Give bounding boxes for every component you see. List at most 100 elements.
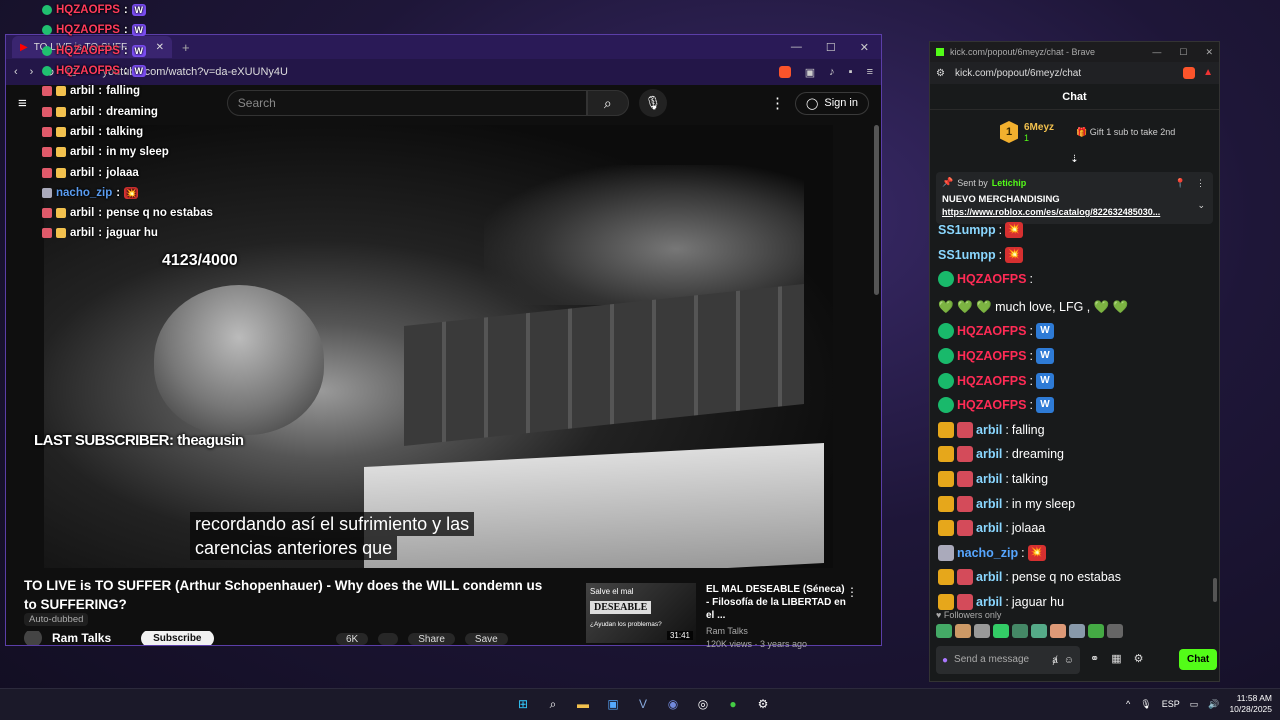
related-more-icon[interactable]: ⋮ [846, 585, 858, 599]
mod-badge-icon[interactable] [938, 372, 954, 389]
chat-message[interactable]: HQZAOFPS: W [938, 319, 1210, 344]
og-badge-icon[interactable] [957, 421, 973, 438]
music-icon[interactable]: ♪ [829, 66, 835, 79]
like-button[interactable]: 6K [336, 633, 369, 645]
chat-identity-icon[interactable]: ● [942, 655, 948, 666]
search-icon[interactable]: ⌕ [542, 693, 564, 715]
mod-badge-icon[interactable] [938, 397, 954, 414]
crown-badge-icon[interactable] [938, 446, 954, 463]
chat-message[interactable]: SS1umpp: 💥 [938, 243, 1210, 268]
chat-emote[interactable]: W [1035, 347, 1054, 364]
poll-icon[interactable]: ⚭ [1090, 652, 1099, 665]
kick-close-button[interactable]: ✕ [1205, 47, 1213, 58]
chat-message[interactable]: arbil: falling [938, 418, 1210, 443]
related-thumbnail[interactable]: Salve el mal DESEABLE ¿Ayudan los proble… [586, 583, 696, 643]
chat-username[interactable]: SS1umpp [938, 218, 996, 243]
store-icon[interactable]: ▦ [1111, 652, 1121, 665]
send-chat-button[interactable]: Chat [1179, 649, 1218, 670]
chat-message[interactable]: HQZAOFPS: W [938, 344, 1210, 369]
start-icon[interactable]: ⊞ [512, 693, 534, 715]
mic-tray-icon[interactable]: 🎙 [1140, 699, 1151, 710]
back-icon[interactable]: ‹ [14, 66, 18, 78]
settings-app-icon[interactable]: ⚙ [752, 693, 774, 715]
chat-emote[interactable]: 💥 [1005, 246, 1024, 263]
extension-icon[interactable]: ▪ [849, 66, 853, 79]
chat-username[interactable]: arbil [976, 418, 1002, 443]
chat-username[interactable]: arbil [976, 565, 1002, 590]
unpin-icon[interactable]: 📍 [1175, 178, 1186, 189]
maximize-button[interactable]: ☐ [826, 41, 836, 54]
chat-message[interactable]: HQZAOFPS: 💚 💚 💚 much love, LFG , 💚 💚 [938, 267, 1210, 319]
menu-icon[interactable]: ≡ [867, 66, 873, 79]
og-badge-icon[interactable] [957, 593, 973, 610]
emote-1[interactable] [936, 624, 952, 638]
crown-badge-icon[interactable] [938, 421, 954, 438]
voice-search-button[interactable]: 🎙 [638, 89, 667, 117]
og-badge-icon[interactable] [957, 446, 973, 463]
chat-message[interactable]: SS1umpp: 💥 [938, 218, 1210, 243]
og-badge-icon[interactable] [957, 495, 973, 512]
page-scrollbar[interactable] [874, 125, 879, 295]
crown-badge-icon[interactable] [938, 520, 954, 537]
discord-icon[interactable]: ◉ [662, 693, 684, 715]
chat-username[interactable]: HQZAOFPS [957, 393, 1026, 418]
chat-message[interactable]: nacho_zip: 💥 [938, 541, 1210, 566]
emote-2[interactable] [955, 624, 971, 638]
app-v-icon[interactable]: V [632, 693, 654, 715]
emote-9[interactable] [1088, 624, 1104, 638]
chat-emote[interactable]: W [1035, 397, 1054, 414]
chat-message[interactable]: arbil: jolaaa [938, 516, 1210, 541]
pinned-link[interactable]: https://www.roblox.com/es/catalog/822632… [942, 207, 1192, 217]
pinned-collapse-icon[interactable]: ⌄ [1197, 200, 1205, 211]
channel-name[interactable]: Ram Talks [52, 631, 111, 645]
chat-username[interactable]: arbil [976, 516, 1002, 541]
chat-emote[interactable]: 💥 [1027, 544, 1046, 561]
comment-button[interactable] [378, 633, 399, 645]
translate-icon[interactable]: ⱥ [1052, 655, 1058, 666]
og-badge-icon[interactable] [957, 470, 973, 487]
chat-message[interactable]: arbil: dreaming [938, 442, 1210, 467]
close-button[interactable]: ✕ [860, 41, 869, 54]
chat-message[interactable]: arbil: in my sleep [938, 492, 1210, 517]
brave-shield-icon[interactable] [778, 65, 791, 78]
chat-username[interactable]: nacho_zip [957, 541, 1018, 566]
share-button[interactable]: Share [408, 633, 455, 645]
related-title[interactable]: EL MAL DESEABLE (Séneca) - Filosofía de … [706, 583, 846, 622]
chat-message[interactable]: HQZAOFPS: W [938, 369, 1210, 394]
crown-badge-icon[interactable] [938, 495, 954, 512]
chat-message[interactable]: HQZAOFPS: W [938, 393, 1210, 418]
emote-10[interactable] [1107, 624, 1123, 638]
chat-message[interactable]: arbil: talking [938, 467, 1210, 492]
subscribe-button[interactable]: Subscribe [141, 631, 214, 645]
chat-scrollbar[interactable] [1213, 578, 1217, 602]
kick-minimize-button[interactable]: — [1152, 47, 1161, 58]
crown-badge-icon[interactable] [938, 569, 954, 586]
chrome-icon[interactable]: ● [722, 693, 744, 715]
og-badge-icon[interactable] [957, 569, 973, 586]
chat-emote[interactable]: W [1035, 323, 1054, 340]
site-info-icon[interactable]: ⚙ [936, 68, 945, 79]
more-options-icon[interactable]: ⋮ [770, 94, 785, 112]
related-channel[interactable]: Ram Talks [706, 626, 846, 636]
mod-badge-icon[interactable] [938, 347, 954, 364]
minimize-button[interactable]: — [791, 41, 802, 54]
emote-6[interactable] [1031, 624, 1047, 638]
clock[interactable]: 11:58 AM 10/28/2025 [1229, 693, 1272, 715]
language-indicator[interactable]: ESP [1162, 699, 1180, 709]
hamburger-icon[interactable]: ≡ [18, 95, 27, 112]
chat-username[interactable]: SS1umpp [938, 243, 996, 268]
gift-cta[interactable]: 🎁 Gift 1 sub to take 2nd [1076, 127, 1175, 138]
network-icon[interactable]: ▭ [1190, 699, 1199, 710]
chat-message[interactable]: arbil: pense q no estabas [938, 565, 1210, 590]
chat-username[interactable]: arbil [976, 442, 1002, 467]
chat-username[interactable]: arbil [976, 492, 1002, 517]
og-badge-icon[interactable] [957, 520, 973, 537]
mod-badge-icon[interactable] [938, 271, 954, 288]
emote-5[interactable] [1012, 624, 1028, 638]
kick-maximize-button[interactable]: ☐ [1179, 47, 1187, 58]
brave-shield-icon[interactable] [1183, 67, 1196, 79]
gifter-name[interactable]: 6Meyz [1024, 122, 1054, 133]
tray-overflow-icon[interactable]: ^ [1126, 699, 1130, 709]
emote-7[interactable] [1050, 624, 1066, 638]
chat-username[interactable]: HQZAOFPS [957, 344, 1026, 369]
